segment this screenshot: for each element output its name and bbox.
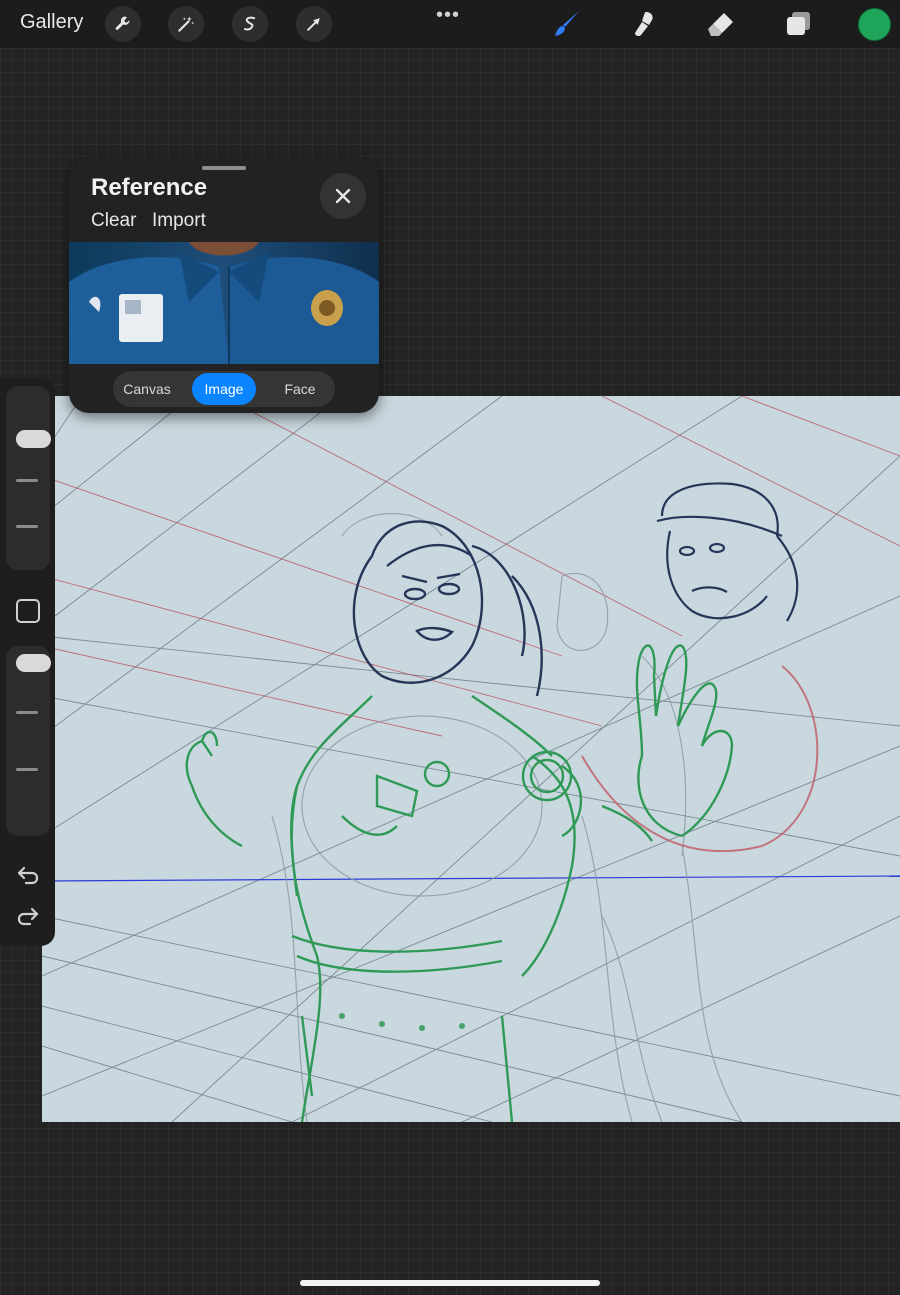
officer-uniform-photo: [69, 242, 379, 364]
import-button[interactable]: Import: [152, 210, 206, 232]
opacity-thumb[interactable]: [16, 654, 51, 672]
actions-wrench-button[interactable]: [105, 6, 141, 42]
transform-button[interactable]: [296, 6, 332, 42]
slider-tick: [16, 711, 38, 714]
drawing-canvas[interactable]: [42, 396, 900, 1122]
layers-button[interactable]: [779, 6, 817, 42]
more-options-icon[interactable]: •••: [436, 4, 460, 27]
redo-icon: [17, 907, 39, 926]
reference-image: [69, 242, 379, 364]
brush-sidebar: [0, 378, 55, 946]
home-indicator[interactable]: [300, 1280, 600, 1286]
undo-icon: [17, 866, 39, 885]
top-toolbar: Gallery •••: [0, 0, 900, 48]
brush-size-slider[interactable]: [6, 386, 51, 570]
close-button[interactable]: [320, 173, 366, 219]
drag-handle[interactable]: [202, 166, 246, 170]
magic-wand-icon: [178, 16, 195, 32]
close-icon: [335, 188, 351, 204]
selection-button[interactable]: [232, 6, 268, 42]
color-picker-button[interactable]: [858, 8, 891, 41]
slider-tick: [16, 479, 38, 482]
tab-face[interactable]: Face: [269, 373, 331, 405]
slider-tick: [16, 525, 38, 528]
tab-image[interactable]: Image: [192, 373, 256, 405]
canvas-artwork: [42, 396, 900, 1122]
redo-button[interactable]: [14, 904, 42, 932]
reference-mode-segmented-control: Canvas Image Face: [113, 371, 335, 407]
smudge-tool-button[interactable]: [624, 6, 662, 42]
undo-button[interactable]: [14, 860, 42, 888]
modify-square-icon[interactable]: [16, 599, 40, 623]
slider-tick: [16, 768, 38, 771]
wrench-icon: [115, 16, 130, 30]
transform-arrow-icon: [307, 18, 320, 31]
reference-title: Reference: [91, 174, 208, 201]
adjustments-button[interactable]: [168, 6, 204, 42]
gallery-button[interactable]: Gallery: [20, 11, 83, 34]
brush-icon: [555, 11, 579, 36]
tab-canvas[interactable]: Canvas: [115, 373, 179, 405]
smudge-icon: [635, 12, 653, 37]
layers-icon: [787, 12, 810, 35]
opacity-slider[interactable]: [6, 646, 51, 836]
eraser-tool-button[interactable]: [702, 6, 740, 42]
clear-button[interactable]: Clear: [91, 210, 136, 232]
eraser-icon: [708, 13, 733, 36]
reference-panel: Reference Clear Import Canvas Image Face: [69, 158, 379, 413]
selection-icon: [244, 16, 256, 31]
brush-size-thumb[interactable]: [16, 430, 51, 448]
brush-tool-button[interactable]: [548, 6, 586, 42]
